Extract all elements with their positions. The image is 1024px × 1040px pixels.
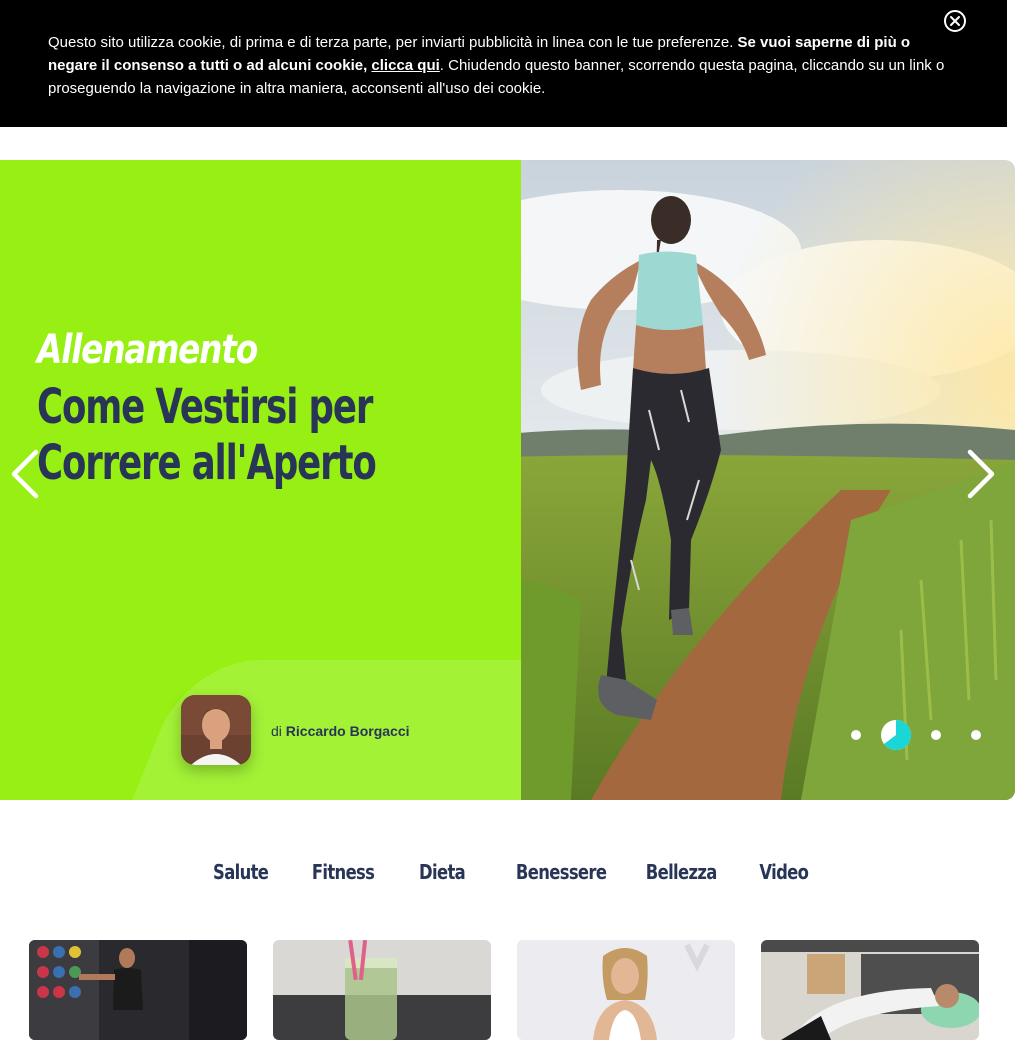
card-thumbnail-1 [29,940,247,1040]
category-dieta[interactable]: Dieta [419,860,466,884]
article-card-3[interactable] [517,940,735,1040]
category-benessere[interactable]: Benessere [516,860,607,884]
category-salute[interactable]: Salute [213,860,269,884]
cookie-banner: Questo sito utilizza cookie, di prima e … [0,0,1007,127]
author-byline: di Riccardo Borgacci [271,723,410,739]
cookie-text: Questo sito utilizza cookie, di prima e … [48,34,738,51]
hero-slider: Allenamento Come Vestirsi per Correre al… [0,160,1015,800]
card-thumbnail-3 [517,940,735,1040]
chevron-right-icon [967,449,995,499]
category-fitness[interactable]: Fitness [312,860,375,884]
category-bellezza[interactable]: Bellezza [646,860,718,884]
author-name[interactable]: Riccardo Borgacci [286,723,410,739]
slide-dot-3[interactable] [931,730,941,740]
hero-title[interactable]: Come Vestirsi per Correre all'Aperto [37,379,451,491]
slide-dot-4[interactable] [971,730,981,740]
slider-next-button[interactable] [966,448,998,500]
card-thumbnail-4 [761,940,979,1040]
article-card-1[interactable] [29,940,247,1040]
slide-dot-2-active[interactable] [880,719,912,751]
slider-prev-button[interactable] [8,448,40,500]
category-nav: Salute Fitness Dieta Benessere Bellezza … [0,855,1024,889]
hero-title-line-1: Come Vestirsi per [37,379,373,435]
close-icon [950,16,960,26]
author-prefix: di [271,723,282,739]
author-avatar[interactable] [181,695,251,765]
hero-title-line-2: Correre all'Aperto [37,435,377,491]
card-thumbnail-2 [273,940,491,1040]
article-card-2[interactable] [273,940,491,1040]
hero-category[interactable]: Allenamento [37,327,258,373]
slider-pagination [845,717,995,753]
article-card-4[interactable] [761,940,979,1040]
category-video[interactable]: Video [759,860,809,884]
chevron-left-icon [11,449,39,499]
close-cookie-button[interactable] [944,10,966,32]
slide-dot-1[interactable] [851,730,861,740]
cookie-info-link[interactable]: clicca qui [371,57,439,74]
panel-curve [420,160,521,270]
